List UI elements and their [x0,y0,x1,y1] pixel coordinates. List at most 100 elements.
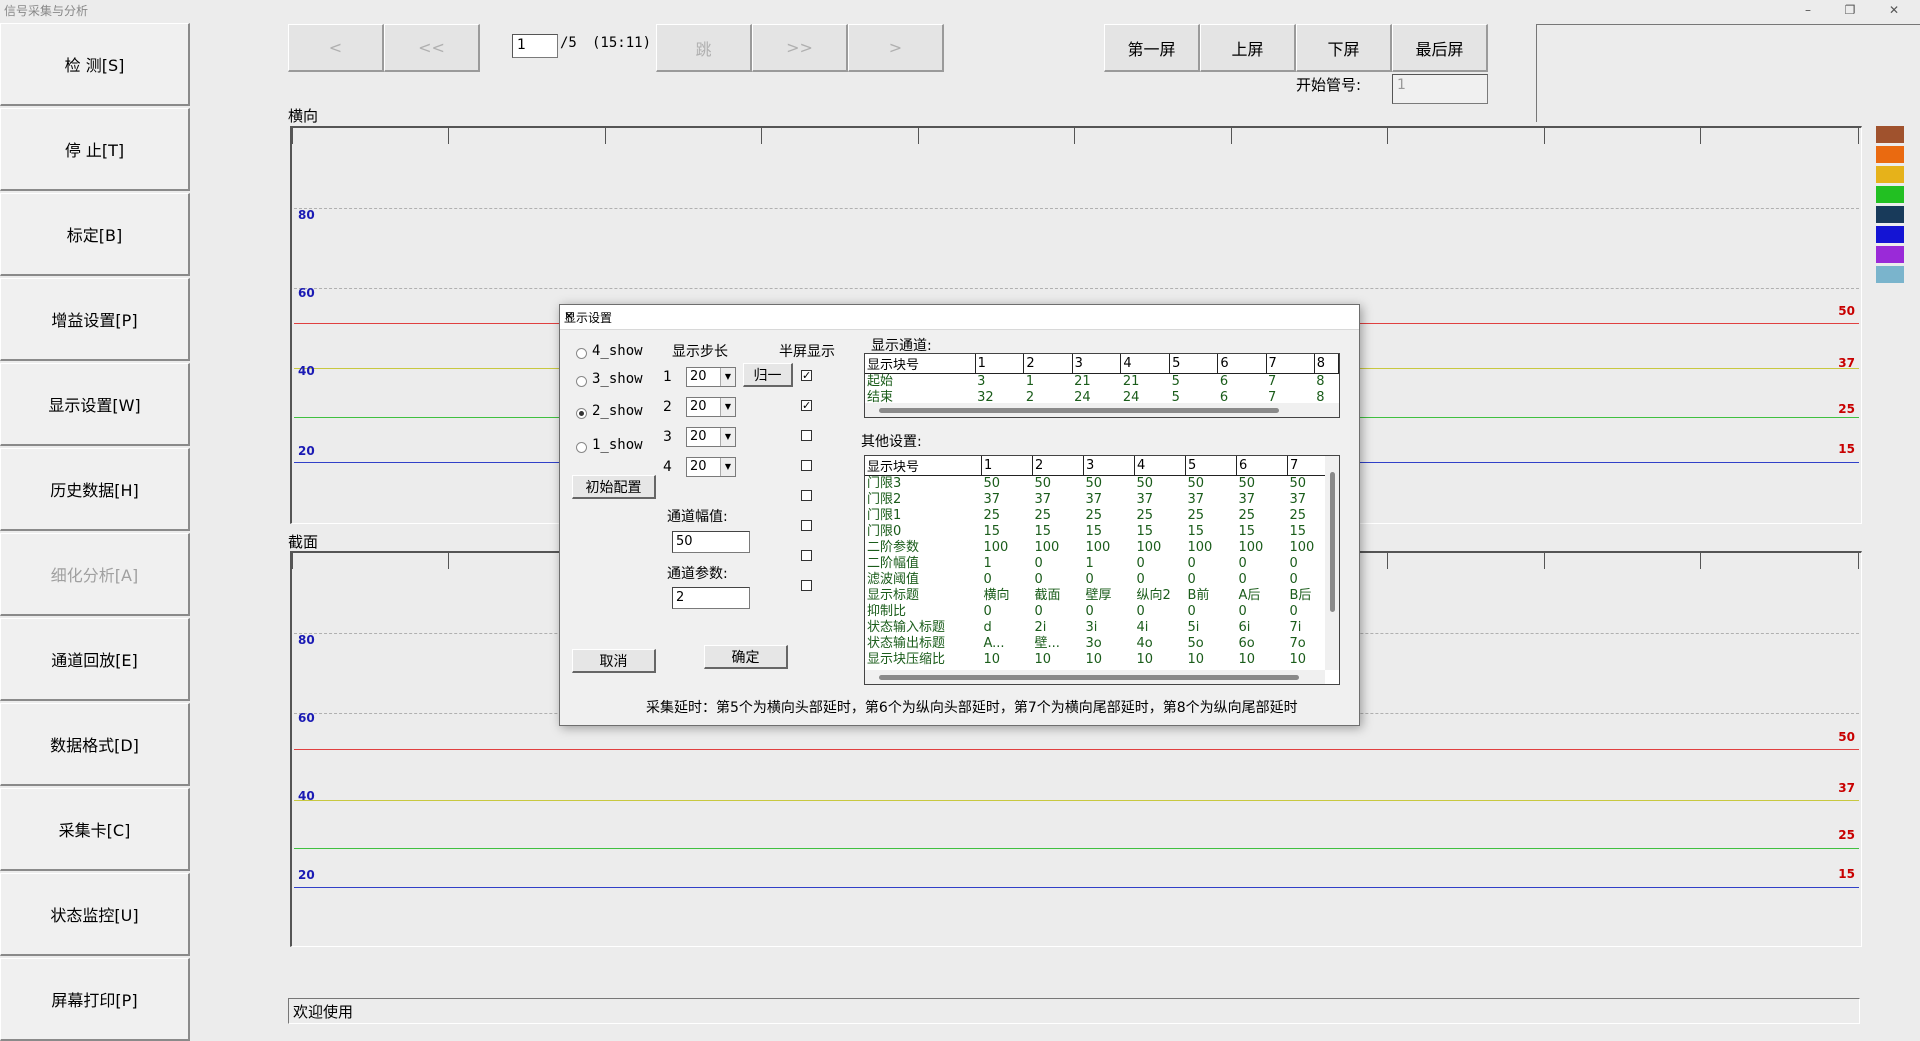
sidebar-button-history[interactable]: 历史数据[H] [0,448,190,531]
next-screen-button[interactable]: 下屏 [1296,24,1392,72]
next-button[interactable]: > [848,24,944,72]
color-swatch-5 [1876,206,1904,223]
color-swatch-8 [1876,266,1904,283]
table-row[interactable]: 二阶参数 100 100 100 100 100 100 100 [865,540,1333,556]
ok-button[interactable]: 确定 [704,645,788,669]
half-screen-checkbox-4[interactable] [801,460,812,471]
step-select-3[interactable]: 20 ▼ [686,427,736,447]
info-panel [1536,24,1920,122]
other-settings-label: 其他设置: [861,434,922,450]
vertical-scrollbar[interactable] [1325,456,1339,670]
display-channel-table[interactable]: 显示块号 1 2 3 4 5 6 7 8 起始 3 1 21 21 5 6 7 8 结束 32 2 2… [864,353,1340,418]
half-screen-checkbox-1[interactable]: ✓ [801,370,812,381]
display-channel-label: 显示通道: [871,338,932,354]
threshold-label-15: 15 [1838,442,1855,456]
page-input[interactable]: 1 [512,34,558,58]
sidebar-button-detect[interactable]: 检 测[S] [0,23,190,106]
prev-screen-button[interactable]: 上屏 [1200,24,1296,72]
normalize-button[interactable]: 归一 [743,363,793,387]
horizontal-scrollbar[interactable] [865,670,1325,684]
step-label: 显示步长 [672,344,728,360]
step-select-4[interactable]: 20 ▼ [686,457,736,477]
half-screen-checkbox-3[interactable] [801,430,812,441]
color-swatch-1 [1876,126,1904,143]
radio-label: 4_show [592,343,643,359]
table-row[interactable]: 门限3 50 50 50 50 50 50 50 [865,476,1333,493]
chevron-down-icon: ▼ [720,428,735,446]
next-fast-button[interactable]: >> [752,24,848,72]
threshold-label-50: 50 [1838,304,1855,318]
window-close-button[interactable]: ✕ [1876,0,1912,20]
radio-1-show[interactable] [576,442,587,453]
radio-label: 3_show [592,371,643,387]
last-screen-button[interactable]: 最后屏 [1392,24,1488,72]
status-bar: 欢迎使用 [288,998,1860,1024]
table-row[interactable]: 门限0 15 15 15 15 15 15 15 [865,524,1333,540]
sidebar-button-status-monitor[interactable]: 状态监控[U] [0,873,190,956]
half-screen-checkbox-8[interactable] [801,580,812,591]
threshold-label-50: 50 [1838,730,1855,744]
table-row[interactable]: 滤波阈值 0 0 0 0 0 0 0 [865,572,1333,588]
y-label-80: 80 [298,633,315,647]
channel-amp-label: 通道幅值: [667,509,728,525]
table-row[interactable]: 门限2 37 37 37 37 37 37 37 [865,492,1333,508]
half-screen-checkbox-2[interactable]: ✓ [801,400,812,411]
table-row[interactable]: 显示块压缩比 10 10 10 10 10 10 10 [865,652,1333,668]
radio-label: 2_show [592,403,643,419]
table-row[interactable]: 显示标题 横向 截面 壁厚 纵向2 B前 A后 B后 [865,588,1333,604]
table-row[interactable]: 起始 3 1 21 21 5 6 7 8 [865,374,1339,391]
sidebar-button-stop[interactable]: 停 止[T] [0,108,190,191]
table-row[interactable]: 抑制比 0 0 0 0 0 0 0 [865,604,1333,620]
table-row[interactable]: 状态输出标题 A... 壁... 3o 4o 5o 6o 7o [865,636,1333,652]
channel-param-label: 通道参数: [667,566,728,582]
color-swatch-6 [1876,226,1904,243]
sidebar-button-refine-analysis[interactable]: 细化分析[A] [0,533,190,616]
first-screen-button[interactable]: 第一屏 [1104,24,1200,72]
cancel-button[interactable]: 取消 [572,649,656,673]
color-swatch-2 [1876,146,1904,163]
sidebar-button-display-settings[interactable]: 显示设置[W] [0,363,190,446]
step-select-1[interactable]: 20 ▼ [686,367,736,387]
y-label-20: 20 [298,868,315,882]
other-settings-table[interactable]: 显示块号 1 2 3 4 5 6 7 门限3 50 50 50 50 50 50 50 门限2… [864,455,1340,685]
init-config-button[interactable]: 初始配置 [572,475,656,499]
radio-4-show[interactable] [576,348,587,359]
y-label-80: 80 [298,208,315,222]
radio-2-show[interactable] [576,408,587,419]
sidebar-button-print[interactable]: 屏幕打印[P] [0,958,190,1041]
half-screen-checkbox-5[interactable] [801,490,812,501]
table-row[interactable]: 门限1 25 25 25 25 25 25 25 [865,508,1333,524]
jump-button[interactable]: 跳 [656,24,752,72]
dialog-title-bar: 显示设置 ✕ [560,305,1359,330]
sidebar-button-data-format[interactable]: 数据格式[D] [0,703,190,786]
channel-amp-input[interactable]: 50 [672,531,750,553]
page-total: /5 [560,35,577,51]
chevron-down-icon: ▼ [720,398,735,416]
bottom-plot-title: 截面 [288,533,319,551]
sidebar-button-calibrate[interactable]: 标定[B] [0,193,190,276]
time-label: (15:11) [592,35,652,51]
threshold-label-25: 25 [1838,402,1855,416]
restore-button[interactable]: ❐ [1832,0,1868,20]
minimize-button[interactable]: – [1790,0,1826,20]
prev-button[interactable]: < [288,24,384,72]
radio-3-show[interactable] [576,376,587,387]
step-select-2[interactable]: 20 ▼ [686,397,736,417]
sidebar-button-channel-replay[interactable]: 通道回放[E] [0,618,190,701]
sidebar-button-capture-card[interactable]: 采集卡[C] [0,788,190,871]
sidebar-button-gain[interactable]: 增益设置[P] [0,278,190,361]
top-plot-title: 横向 [288,107,319,125]
horizontal-scrollbar[interactable] [865,403,1339,417]
prev-fast-button[interactable]: << [384,24,480,72]
window-title: 信号采集与分析 [4,4,89,18]
table-row[interactable]: 状态输入标题 d 2i 3i 4i 5i 6i 7i [865,620,1333,636]
step-num: 1 [663,369,672,385]
start-pipe-input[interactable]: 1 [1392,74,1488,104]
table-row[interactable]: 二阶幅值 1 0 1 0 0 0 0 [865,556,1333,572]
color-swatch-3 [1876,166,1904,183]
half-screen-checkbox-6[interactable] [801,520,812,531]
half-screen-checkbox-7[interactable] [801,550,812,561]
threshold-label-25: 25 [1838,828,1855,842]
channel-param-input[interactable]: 2 [672,587,750,609]
dialog-close-icon[interactable]: ✕ [564,309,1351,323]
